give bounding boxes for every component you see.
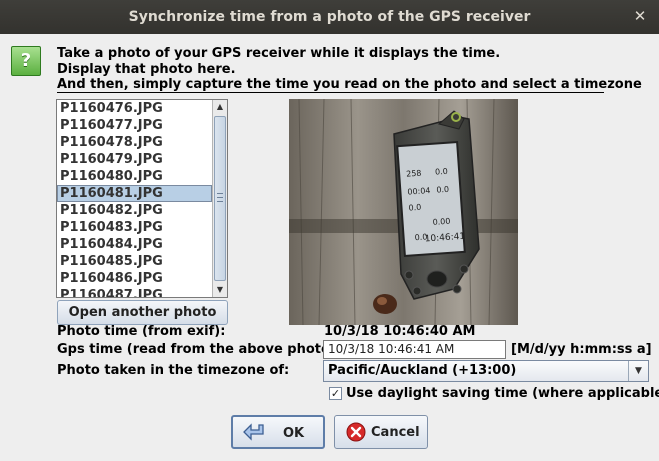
instruction-line-2: Display that photo here. xyxy=(57,62,236,77)
file-list-item[interactable]: P1160484.JPG xyxy=(57,236,212,253)
sync-dialog: Synchronize time from a photo of the GPS… xyxy=(0,0,659,461)
file-list-item[interactable]: P1160479.JPG xyxy=(57,151,212,168)
photo-time-label: Photo time (from exif): xyxy=(57,324,226,339)
file-list-item[interactable]: P1160476.JPG xyxy=(57,100,212,117)
file-list-item[interactable]: P1160481.JPG xyxy=(57,185,212,202)
gps-time-format-hint: [M/d/yy h:mm:ss a] xyxy=(511,342,652,357)
gps-readout-1: 0.0 xyxy=(435,167,448,177)
file-list-item[interactable]: P1160482.JPG xyxy=(57,202,212,219)
question-icon: ? xyxy=(11,46,41,76)
gps-time-input[interactable]: 10/3/18 10:46:41 AM xyxy=(323,340,506,359)
cancel-label: Cancel xyxy=(371,425,420,440)
timezone-select[interactable]: Pacific/Auckland (+13:00) ▼ xyxy=(323,360,649,382)
gps-readout-3: 0.0 xyxy=(436,185,449,195)
gps-readout-2: 00:04 xyxy=(407,186,431,197)
cancel-x-icon xyxy=(346,422,366,442)
file-list-item[interactable]: P1160477.JPG xyxy=(57,117,212,134)
instruction-line-1: Take a photo of your GPS receiver while … xyxy=(57,46,501,61)
ok-arrow-icon xyxy=(243,423,264,441)
timezone-label: Photo taken in the timezone of: xyxy=(57,363,290,378)
gps-readout-5: 0.00 xyxy=(432,217,450,227)
scroll-up-icon[interactable]: ▲ xyxy=(213,100,227,114)
gps-time-label: Gps time (read from the above photo): xyxy=(57,342,342,357)
gps-heading-readout: 258 xyxy=(406,169,422,179)
chevron-down-icon[interactable]: ▼ xyxy=(628,361,648,381)
ok-button[interactable]: OK xyxy=(231,415,325,449)
file-list-item[interactable]: P1160485.JPG xyxy=(57,253,212,270)
window-title: Synchronize time from a photo of the GPS… xyxy=(128,9,531,25)
instruction-line-3: And then, simply capture the time you re… xyxy=(57,77,642,92)
file-list-item[interactable]: P1160486.JPG xyxy=(57,270,212,287)
cancel-button[interactable]: Cancel xyxy=(334,415,428,449)
file-list-item[interactable]: P1160480.JPG xyxy=(57,168,212,185)
timezone-value: Pacific/Auckland (+13:00) xyxy=(328,363,517,378)
file-list-item[interactable]: P1160487.JPG xyxy=(57,287,212,297)
file-list-item[interactable]: P1160483.JPG xyxy=(57,219,212,236)
file-list-scrollbar[interactable]: ▲ ▼ xyxy=(212,100,227,297)
gps-photo: 258 0.0 00:04 0.0 0.0 0.00 0.0 10:46:41 xyxy=(289,99,518,325)
gps-readout-4: 0.0 xyxy=(408,203,421,213)
file-list-item[interactable]: P1160478.JPG xyxy=(57,134,212,151)
scroll-thumb[interactable] xyxy=(214,116,226,281)
close-icon[interactable]: ✕ xyxy=(633,9,647,24)
photo-time-value: 10/3/18 10:46:40 AM xyxy=(324,324,476,339)
title-bar: Synchronize time from a photo of the GPS… xyxy=(0,0,659,34)
open-another-photo-button[interactable]: Open another photo xyxy=(57,300,228,325)
photo-file-list[interactable]: P1160476.JPG P1160477.JPG P1160478.JPG P116… xyxy=(56,99,228,298)
ok-label: OK xyxy=(283,426,305,441)
dst-checkbox[interactable]: ✓ xyxy=(329,387,342,400)
dst-label[interactable]: Use daylight saving time (where applicab… xyxy=(346,386,659,401)
scroll-down-icon[interactable]: ▼ xyxy=(213,283,227,297)
instruction-divider xyxy=(57,92,604,93)
